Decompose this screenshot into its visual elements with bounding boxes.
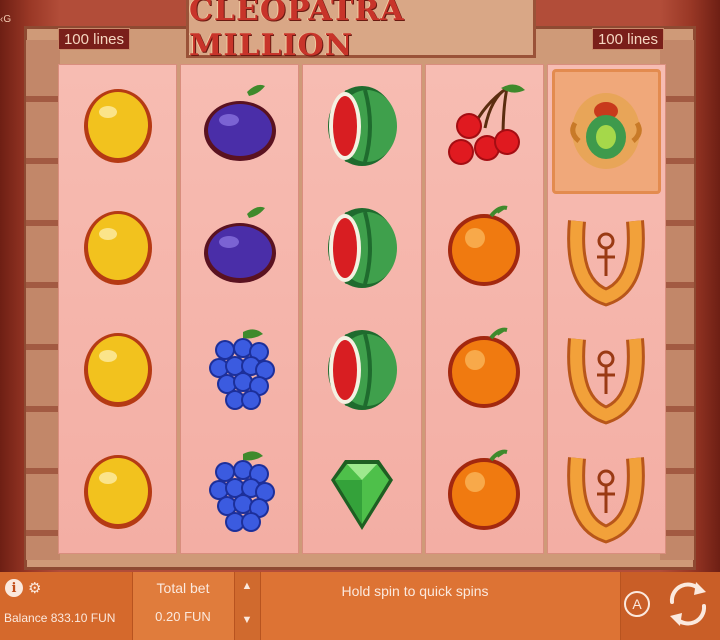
reel-cell <box>181 187 298 309</box>
bet-decrease-icon[interactable]: ▼ <box>239 614 255 630</box>
autoplay-button[interactable]: A <box>624 591 650 617</box>
reel-cell <box>303 187 420 309</box>
lemon-icon <box>83 333 152 407</box>
reel-cell <box>181 309 298 431</box>
reel-cell <box>181 65 298 187</box>
title-plate: CLEOPATRA MILLION <box>186 0 536 63</box>
reel-cell <box>548 198 665 317</box>
watermelon-icon <box>328 86 397 166</box>
corner-tag: ‹G <box>0 14 12 25</box>
reel-cell <box>426 431 543 553</box>
total-bet-value: 0.20 FUN <box>155 609 211 624</box>
plum-icon <box>203 206 276 283</box>
lemon-icon <box>83 89 152 163</box>
reel-cell <box>181 431 298 553</box>
cherries-icon <box>448 84 526 165</box>
reel-cell <box>548 435 665 554</box>
lines-tag-right: 100 lines <box>592 28 664 50</box>
scarab-icon <box>570 93 643 170</box>
reel-4 <box>424 64 544 554</box>
watermelon-icon <box>328 330 397 410</box>
horseshoe-icon <box>567 219 646 307</box>
diamond-icon <box>331 460 393 530</box>
reel-2 <box>180 64 300 554</box>
spin-button[interactable] <box>664 578 712 630</box>
reel-cell <box>426 187 543 309</box>
spin-hint: Hold spin to quick spins <box>341 583 489 599</box>
reel-1 <box>58 64 178 554</box>
reel-cell <box>59 65 176 187</box>
balance-display: Balance 833.10 FUN <box>4 611 115 625</box>
reel-cell <box>59 309 176 431</box>
bet-increase-icon[interactable]: ▲ <box>239 580 255 596</box>
reel-3 <box>302 64 422 554</box>
plum-icon <box>203 84 276 161</box>
orange-icon <box>448 327 521 408</box>
balance-value: 833.10 FUN <box>50 611 116 625</box>
total-bet-label: Total bet <box>156 580 210 596</box>
grapes-icon <box>208 451 275 532</box>
reel-cell <box>303 431 420 553</box>
watermelon-icon <box>328 208 397 288</box>
grapes-icon <box>208 329 275 410</box>
reel-cell <box>303 65 420 187</box>
orange-icon <box>448 205 521 286</box>
balance-label: Balance <box>4 611 48 625</box>
reel-cell <box>303 309 420 431</box>
lines-tag-left: 100 lines <box>58 28 130 50</box>
horseshoe-icon <box>567 456 646 544</box>
gear-icon[interactable]: ⚙ <box>28 579 41 597</box>
reel-cell <box>551 69 662 194</box>
lemon-icon <box>83 211 152 285</box>
reel-cell <box>426 309 543 431</box>
reel-cell <box>548 316 665 435</box>
horseshoe-icon <box>567 338 646 425</box>
info-icon[interactable]: i <box>5 579 23 597</box>
reel-cell <box>59 187 176 309</box>
reel-cell <box>426 65 543 187</box>
orange-icon <box>448 449 521 530</box>
game-title: CLEOPATRA MILLION <box>189 0 405 63</box>
lemon-icon <box>83 455 152 529</box>
reel-5 <box>546 64 667 554</box>
reel-cell <box>59 431 176 553</box>
reels-grid <box>58 64 667 554</box>
left-pillar <box>26 40 60 560</box>
